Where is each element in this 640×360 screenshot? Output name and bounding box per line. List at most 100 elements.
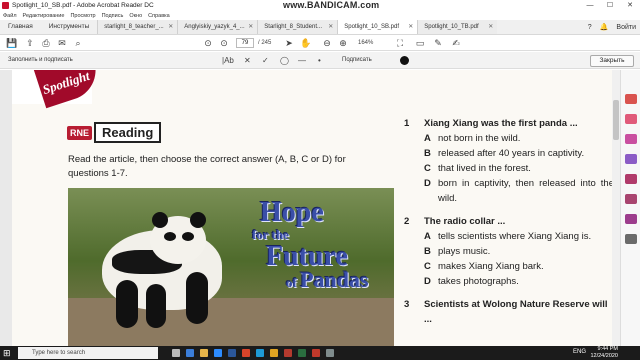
- option-letter: D: [424, 178, 431, 189]
- tab-home[interactable]: Главная: [0, 20, 41, 34]
- explorer-icon[interactable]: [200, 349, 208, 357]
- vertical-scrollbar[interactable]: [612, 70, 620, 346]
- option-letter: B: [424, 148, 431, 159]
- maximize-button[interactable]: ☐: [600, 0, 620, 11]
- close-fill-sign-button[interactable]: Закрыть: [590, 55, 634, 67]
- panda-eye: [164, 232, 176, 241]
- answer-option: Atells scientists where Xiang Xiang is.: [424, 229, 614, 244]
- cross-mark-tool[interactable]: ✕: [244, 54, 251, 67]
- doc-tab-label: Anglyiskiy_yazyk_4_...: [184, 24, 245, 30]
- more-tools-icon[interactable]: [625, 234, 637, 244]
- sign-button[interactable]: Подписать: [342, 55, 372, 66]
- comment-icon[interactable]: ▭: [414, 37, 426, 49]
- bell-icon[interactable]: 🔔: [600, 23, 609, 31]
- sign-icon[interactable]: ✍: [450, 37, 462, 49]
- add-text-tool[interactable]: |Ab: [222, 54, 234, 67]
- panda-leg: [186, 272, 208, 324]
- hand-tool-icon[interactable]: ✋: [300, 37, 311, 49]
- telegram-icon[interactable]: [256, 349, 264, 357]
- close-tab-icon[interactable]: ✕: [168, 20, 173, 34]
- document-viewport[interactable]: Spotlight RNE Reading Read the article, …: [0, 70, 620, 346]
- minimize-button[interactable]: —: [580, 0, 600, 11]
- excel-icon[interactable]: [298, 349, 306, 357]
- help-icon[interactable]: ?: [588, 24, 592, 31]
- language-indicator[interactable]: ENG: [573, 349, 586, 355]
- taskbar-search[interactable]: Type here to search: [18, 347, 158, 359]
- tab-tools[interactable]: Инструменты: [41, 20, 98, 34]
- option-text: released after 40 years in captivity.: [438, 148, 585, 159]
- search-icon[interactable]: ⌕: [72, 37, 84, 49]
- close-tab-icon[interactable]: ✕: [328, 20, 333, 34]
- print-icon[interactable]: ⎙: [40, 37, 52, 49]
- doc-tab[interactable]: Anglyiskiy_yazyk_4_... ✕: [177, 20, 258, 34]
- zoom-out-icon[interactable]: ⊖: [322, 37, 332, 49]
- export-pdf-icon[interactable]: [625, 134, 637, 144]
- task-view-icon[interactable]: [172, 349, 180, 357]
- menu-view[interactable]: Просмотр: [70, 13, 95, 19]
- menu-window[interactable]: Окно: [129, 13, 142, 19]
- ellipse-tool[interactable]: ◯: [280, 54, 289, 67]
- option-text: born in captivity, then released into th…: [438, 178, 614, 204]
- page-number-input[interactable]: 79: [236, 38, 254, 48]
- doc-tab[interactable]: Spotlight_10_TB.pdf ✕: [417, 20, 498, 34]
- next-page-icon[interactable]: ⊙: [218, 37, 230, 49]
- option-text: tells scientists where Xiang Xiang is.: [438, 231, 592, 242]
- powerpoint-icon[interactable]: [284, 349, 292, 357]
- edge-icon[interactable]: [186, 349, 194, 357]
- dot-tool[interactable]: •: [318, 54, 321, 67]
- prev-page-icon[interactable]: ⊙: [202, 37, 214, 49]
- chrome-icon[interactable]: [270, 349, 278, 357]
- menu-help[interactable]: Справка: [148, 13, 170, 19]
- option-text: makes Xiang Xiang bark.: [438, 261, 544, 272]
- doc-tab[interactable]: Starlight_8_Student... ✕: [257, 20, 338, 34]
- option-text: plays music.: [438, 246, 491, 257]
- doc-tab-active[interactable]: Spotlight_10_SB.pdf ✕: [337, 20, 418, 34]
- word-icon[interactable]: [228, 349, 236, 357]
- store-icon[interactable]: [214, 349, 222, 357]
- close-tab-icon[interactable]: ✕: [408, 20, 413, 34]
- zoom-in-icon[interactable]: ⊕: [338, 37, 348, 49]
- highlight-icon[interactable]: ✎: [432, 37, 444, 49]
- check-mark-tool[interactable]: ✓: [262, 54, 269, 67]
- windows-start-icon[interactable]: ⊞: [3, 348, 13, 358]
- panda-ear: [152, 212, 168, 228]
- doc-tab-label: Starlight_8_Student...: [264, 24, 322, 30]
- email-icon[interactable]: ✉: [56, 37, 68, 49]
- panda-leg: [116, 280, 138, 328]
- bandicam-icon[interactable]: [312, 349, 320, 357]
- question-stem: The radio collar ...: [424, 216, 506, 227]
- acrobat-icon: [2, 2, 9, 9]
- comment-tool-icon[interactable]: [625, 154, 637, 164]
- save-icon[interactable]: 💾: [6, 37, 18, 49]
- zoom-level[interactable]: 164%: [358, 38, 373, 48]
- acrobat-task-icon[interactable]: [242, 349, 250, 357]
- organize-pages-icon[interactable]: [625, 194, 637, 204]
- create-pdf-icon[interactable]: [625, 94, 637, 104]
- close-tab-icon[interactable]: ✕: [248, 20, 253, 34]
- fit-page-icon[interactable]: ⛶: [394, 37, 406, 49]
- signin-link[interactable]: Войти: [616, 24, 636, 31]
- question: 2 The radio collar ... Atells scientists…: [404, 214, 614, 289]
- cursor-tool-icon[interactable]: ➤: [284, 37, 294, 49]
- combine-files-icon[interactable]: [625, 174, 637, 184]
- system-clock[interactable]: 9:44 PM 12/24/2020: [590, 346, 618, 360]
- edit-pdf-icon[interactable]: [625, 114, 637, 124]
- option-letter: B: [424, 246, 431, 257]
- close-window-button[interactable]: ✕: [620, 0, 640, 11]
- upload-icon[interactable]: ⇪: [24, 37, 36, 49]
- doc-tab[interactable]: starlight_8_teacher_... ✕: [97, 20, 178, 34]
- menu-edit[interactable]: Редактирование: [23, 13, 65, 19]
- title-bar: Spotlight_10_SB.pdf - Adobe Acrobat Read…: [0, 0, 640, 11]
- menu-sign[interactable]: Подпись: [102, 13, 124, 19]
- color-picker[interactable]: [400, 56, 409, 65]
- option-letter: C: [424, 261, 431, 272]
- menu-file[interactable]: Файл: [3, 13, 17, 19]
- article-title: Hope for the Future of Pandas: [250, 198, 390, 291]
- fill-sign-tool-icon[interactable]: [625, 214, 637, 224]
- right-tool-rail: [620, 70, 640, 346]
- app-icon[interactable]: [326, 349, 334, 357]
- scrollbar-thumb[interactable]: [613, 100, 619, 140]
- title-line: Hope: [260, 197, 324, 228]
- close-tab-icon[interactable]: ✕: [488, 20, 493, 34]
- line-tool[interactable]: —: [298, 54, 306, 67]
